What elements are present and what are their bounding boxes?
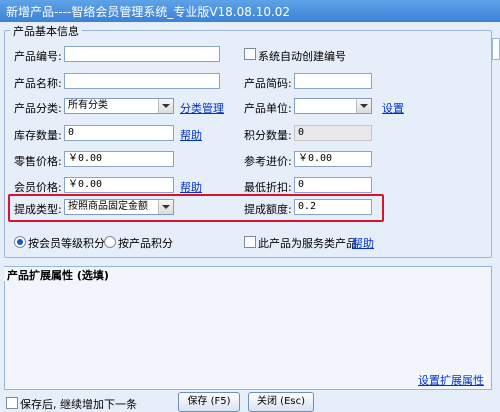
- commission-type-select[interactable]: 按照商品固定金额: [64, 199, 174, 215]
- min-discount-input[interactable]: 0: [294, 177, 372, 193]
- member-price-label: 会员价格:: [14, 181, 62, 194]
- commission-type-value: 按照商品固定金额: [68, 201, 148, 212]
- product-code-label: 产品编号:: [14, 50, 62, 63]
- product-code-input[interactable]: [64, 46, 220, 62]
- category-manage-link[interactable]: 分类管理: [180, 100, 224, 116]
- cost-price-label: 参考进价:: [244, 155, 292, 168]
- radio-product-points-label: 按产品积分: [118, 237, 173, 250]
- unit-select[interactable]: [294, 98, 372, 114]
- member-help-link[interactable]: 帮助: [180, 179, 202, 195]
- commission-amount-label: 提成额度:: [244, 203, 292, 216]
- product-short-input[interactable]: [294, 73, 372, 89]
- stock-help-link[interactable]: 帮助: [180, 127, 202, 143]
- unit-label: 产品单位:: [244, 102, 292, 115]
- product-name-label: 产品名称:: [14, 77, 62, 90]
- unit-set-link[interactable]: 设置: [382, 100, 404, 116]
- points-input[interactable]: 0: [294, 125, 372, 141]
- chevron-down-icon: [158, 99, 173, 113]
- chevron-down-icon: [356, 99, 371, 113]
- basic-info-group: [4, 30, 492, 258]
- points-label: 积分数量:: [244, 129, 292, 142]
- close-button[interactable]: 关闭 (Esc): [248, 392, 314, 412]
- scrollbar[interactable]: [492, 38, 500, 60]
- stock-label: 库存数量:: [14, 129, 62, 142]
- product-short-label: 产品简码:: [244, 77, 292, 90]
- save-button[interactable]: 保存 (F5): [178, 392, 240, 412]
- member-price-input[interactable]: ￥0.00: [64, 177, 174, 193]
- commission-type-label: 提成类型:: [14, 203, 62, 216]
- auto-code-checkbox[interactable]: [244, 48, 256, 60]
- category-select[interactable]: 所有分类: [64, 98, 174, 114]
- category-value: 所有分类: [68, 100, 108, 111]
- retail-price-input[interactable]: ￥0.00: [64, 151, 174, 167]
- auto-code-label: 系统自动创建编号: [258, 50, 346, 63]
- min-discount-label: 最低折扣:: [244, 181, 292, 194]
- window-titlebar: 新增产品----智络会员管理系统_专业版V18.08.10.02: [0, 0, 500, 22]
- radio-product-points[interactable]: [104, 236, 116, 248]
- service-product-checkbox[interactable]: [244, 236, 256, 248]
- basic-info-title: 产品基本信息: [10, 23, 82, 39]
- continue-checkbox[interactable]: [6, 397, 18, 409]
- commission-amount-input[interactable]: 0.2: [294, 199, 372, 215]
- set-extension-link[interactable]: 设置扩展属性: [418, 372, 484, 388]
- tab-extension[interactable]: 产品扩展属性 (选填): [4, 267, 112, 282]
- chevron-down-icon: [158, 200, 173, 214]
- stock-input[interactable]: 0: [64, 125, 174, 141]
- category-label: 产品分类:: [14, 102, 62, 115]
- service-help-link[interactable]: 帮助: [352, 235, 374, 251]
- window-title: 新增产品----智络会员管理系统_专业版V18.08.10.02: [6, 5, 291, 19]
- product-name-input[interactable]: [64, 73, 220, 89]
- radio-level-points-label: 按会员等级积分: [28, 237, 105, 250]
- cost-price-input[interactable]: ￥0.00: [294, 151, 372, 167]
- service-product-label: 此产品为服务类产品: [258, 237, 357, 250]
- continue-label: 保存后, 继续增加下一条: [20, 398, 137, 411]
- retail-price-label: 零售价格:: [14, 155, 62, 168]
- radio-level-points[interactable]: [14, 236, 26, 248]
